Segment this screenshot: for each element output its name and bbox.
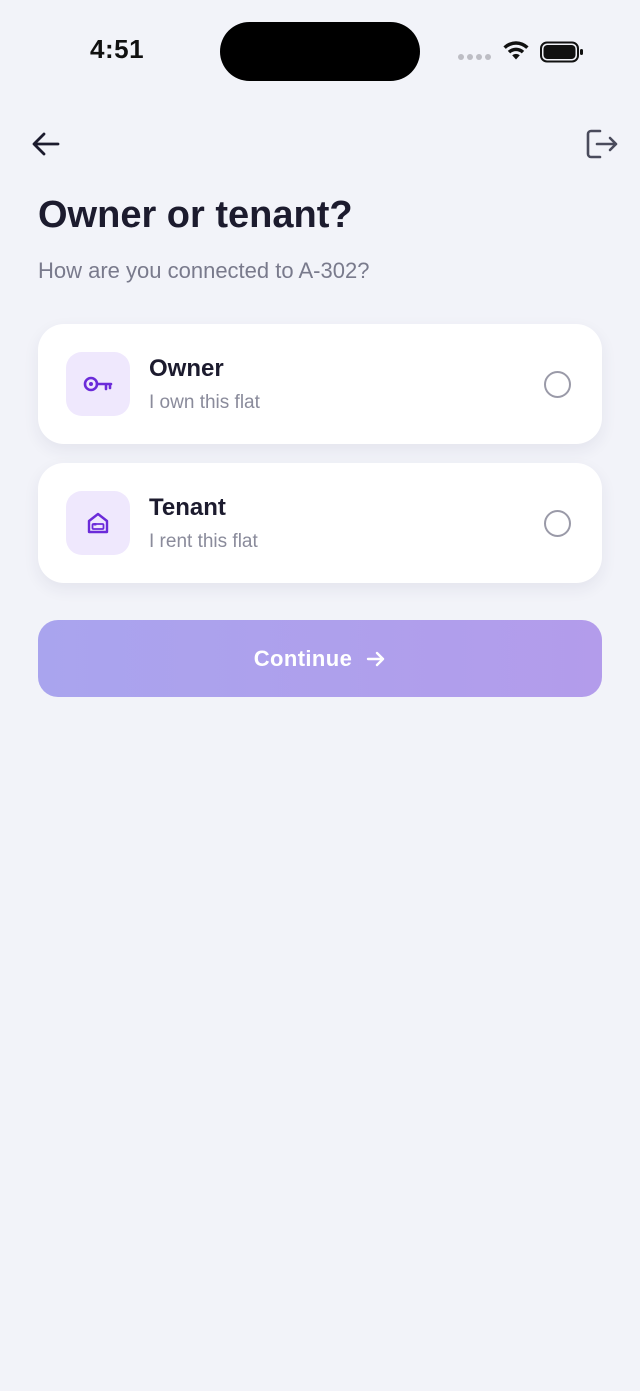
page-title: Owner or tenant? (38, 194, 353, 236)
owner-icon-tile (66, 352, 130, 416)
battery-icon (540, 41, 583, 63)
continue-button[interactable]: Continue (38, 620, 602, 697)
option-owner-description: I own this flat (149, 392, 260, 413)
back-button[interactable] (26, 124, 66, 164)
arrow-right-icon (367, 651, 385, 666)
home-icon (87, 512, 109, 534)
option-owner[interactable]: Owner I own this flat (38, 324, 602, 444)
option-tenant-label: Tenant (149, 494, 226, 521)
continue-label: Continue (253, 645, 353, 671)
page-subtitle: How are you connected to A-302? (38, 258, 370, 283)
wifi-icon (503, 41, 529, 60)
arrow-left-icon (32, 132, 60, 156)
owner-radio[interactable] (544, 371, 571, 398)
status-time: 4:51 (90, 34, 145, 64)
option-owner-label: Owner (149, 355, 224, 382)
tenant-radio[interactable] (544, 510, 571, 537)
dynamic-island (220, 22, 420, 81)
logout-icon (586, 129, 618, 159)
logout-button[interactable] (580, 124, 624, 164)
cellular-signal-icon (458, 54, 492, 62)
tenant-icon-tile (66, 491, 130, 555)
option-tenant[interactable]: Tenant I rent this flat (38, 463, 602, 583)
key-icon (83, 376, 113, 392)
option-tenant-description: I rent this flat (149, 531, 258, 552)
screen: 4:51 Owner or tenant? How are you connec… (0, 0, 640, 1391)
